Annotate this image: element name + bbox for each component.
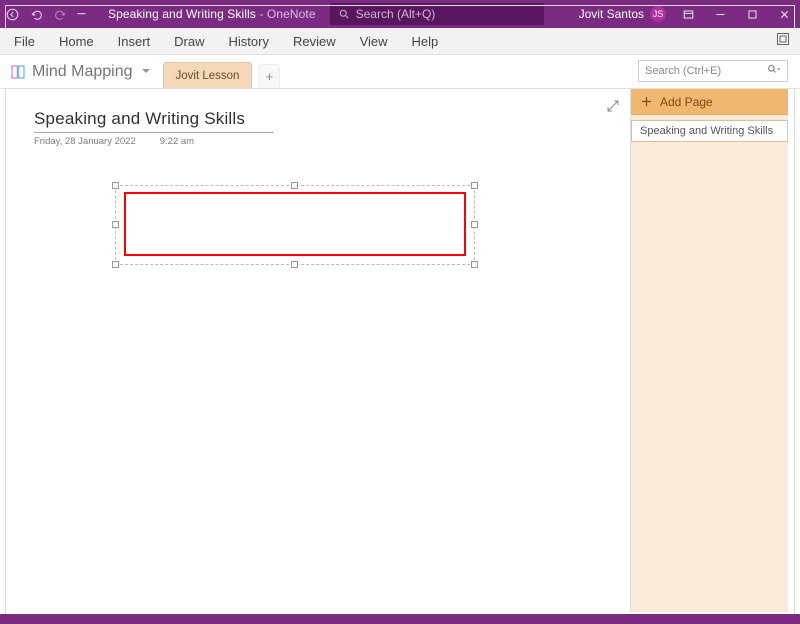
resize-handle-s[interactable] [291, 261, 298, 268]
page-title[interactable]: Speaking and Writing Skills [34, 109, 274, 129]
fullscreen-toggle-button[interactable] [776, 32, 790, 49]
status-bar [0, 614, 800, 624]
chevron-down-icon[interactable] [141, 63, 151, 81]
resize-handle-n[interactable] [291, 182, 298, 189]
resize-handle-e[interactable] [471, 221, 478, 228]
resize-handle-w[interactable] [112, 221, 119, 228]
expand-canvas-icon[interactable] [606, 99, 620, 118]
notebook-icon [10, 64, 26, 80]
menu-review[interactable]: Review [293, 34, 336, 49]
resize-handle-nw[interactable] [112, 182, 119, 189]
page-title-block[interactable]: Speaking and Writing Skills Friday, 28 J… [34, 109, 274, 147]
resize-handle-ne[interactable] [471, 182, 478, 189]
add-page-button[interactable]: Add Page [631, 89, 788, 115]
page-list-pane: Add Page Speaking and Writing Skills [631, 89, 788, 612]
add-section-button[interactable]: + [258, 64, 280, 88]
main-split: Speaking and Writing Skills Friday, 28 J… [12, 89, 788, 612]
section-tab-active[interactable]: Jovit Lesson [163, 62, 253, 88]
selected-container[interactable] [115, 185, 475, 265]
menu-view[interactable]: View [360, 34, 388, 49]
menu-history[interactable]: History [229, 34, 269, 49]
ribbon-menu: File Home Insert Draw History Review Vie… [0, 28, 800, 55]
page-time: 9:22 am [160, 136, 194, 147]
menu-insert[interactable]: Insert [118, 34, 151, 49]
page-list-item[interactable]: Speaking and Writing Skills [631, 120, 788, 142]
add-page-label: Add Page [660, 95, 713, 109]
plus-icon [641, 96, 652, 107]
menu-home[interactable]: Home [59, 34, 94, 49]
page-search-box[interactable]: Search (Ctrl+E) [638, 60, 788, 82]
page-date: Friday, 28 January 2022 [34, 136, 136, 147]
resize-handle-se[interactable] [471, 261, 478, 268]
resize-handle-sw[interactable] [112, 261, 119, 268]
highlighted-note-container[interactable] [124, 192, 466, 256]
menu-draw[interactable]: Draw [174, 34, 204, 49]
menu-help[interactable]: Help [412, 34, 439, 49]
notebook-row: Mind Mapping Jovit Lesson + Search (Ctrl… [0, 55, 800, 89]
notebook-selector[interactable]: Mind Mapping [32, 63, 133, 81]
search-dropdown-icon[interactable] [767, 64, 781, 79]
note-canvas[interactable]: Speaking and Writing Skills Friday, 28 J… [12, 89, 631, 612]
menu-file[interactable]: File [14, 34, 35, 49]
redo-button[interactable] [48, 0, 72, 28]
page-search-placeholder: Search (Ctrl+E) [645, 65, 721, 77]
